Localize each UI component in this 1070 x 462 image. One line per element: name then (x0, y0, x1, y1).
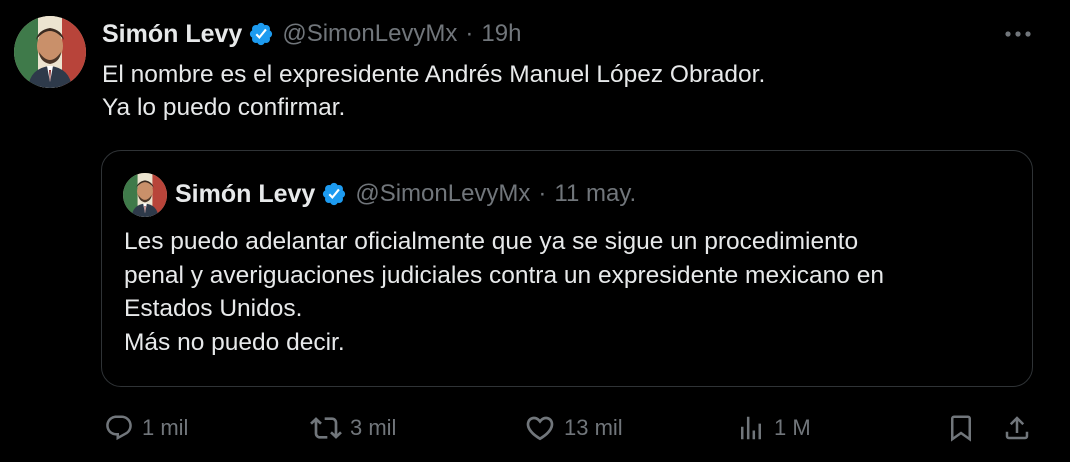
views-button[interactable]: 1 M (736, 410, 811, 446)
views-count: 1 M (774, 415, 811, 440)
quoted-text-line: penal y averiguaciones judiciales contra… (124, 261, 884, 289)
quoted-text-line: Estados Unidos. (124, 295, 303, 322)
quoted-tweet-header: Simón Levy @SimonLevyMx · 11 may. (175, 175, 636, 213)
bookmark-icon (951, 415, 971, 442)
retweet-icon (310, 417, 342, 439)
more-horizontal-icon (1005, 31, 1031, 37)
header-separator: · (538, 180, 547, 207)
quoted-author-handle: @SimonLevyMx (355, 180, 531, 207)
tweet-text: El nombre es el expresidente Andrés Manu… (102, 58, 765, 124)
tweet-action-bar: 1 mil 3 mil 13 mil 1 M (0, 410, 1070, 446)
tweet-timestamp[interactable]: 19h (481, 20, 521, 48)
share-icon (1005, 416, 1029, 440)
quoted-tweet-text: Les puedo adelantar oficialmente que ya … (124, 225, 884, 359)
author-name[interactable]: Simón Levy (102, 20, 242, 49)
more-options-button[interactable] (996, 20, 1040, 48)
retweet-count: 3 mil (350, 415, 397, 440)
avatar-image (123, 173, 167, 217)
verified-badge-icon (248, 21, 274, 47)
avatar-image (14, 16, 86, 88)
quoted-tweet-timestamp: 11 may. (554, 180, 637, 207)
quoted-tweet[interactable]: Simón Levy @SimonLevyMx · 11 may. Les pu… (101, 150, 1033, 387)
author-avatar[interactable] (14, 16, 86, 88)
like-button[interactable]: 13 mil (524, 410, 623, 446)
heart-icon (526, 416, 554, 441)
quoted-author-name: Simón Levy (175, 179, 316, 208)
reply-icon (106, 415, 132, 441)
tweet: Simón Levy @SimonLevyMx · 19h El nombre … (0, 0, 1070, 462)
quoted-text-line: Les puedo adelantar oficialmente que ya … (124, 228, 859, 255)
tweet-text-line: Ya lo puedo confirmar. (102, 94, 346, 121)
bookmark-button[interactable] (946, 410, 976, 446)
quoted-text-line: Más no puedo decir. (124, 328, 345, 356)
like-count: 13 mil (564, 415, 623, 440)
share-button[interactable] (1002, 410, 1032, 446)
tweet-text-line: El nombre es el expresidente Andrés Manu… (102, 61, 766, 88)
tweet-header: Simón Levy @SimonLevyMx · 19h (102, 14, 521, 54)
views-chart-icon (741, 416, 761, 440)
verified-badge-icon (321, 181, 347, 207)
author-handle[interactable]: @SimonLevyMx (282, 20, 457, 48)
reply-count: 1 mil (142, 415, 189, 440)
header-separator: · (465, 20, 474, 47)
reply-button[interactable]: 1 mil (104, 410, 188, 446)
retweet-button[interactable]: 3 mil (310, 410, 396, 446)
quoted-author-avatar (123, 173, 167, 217)
